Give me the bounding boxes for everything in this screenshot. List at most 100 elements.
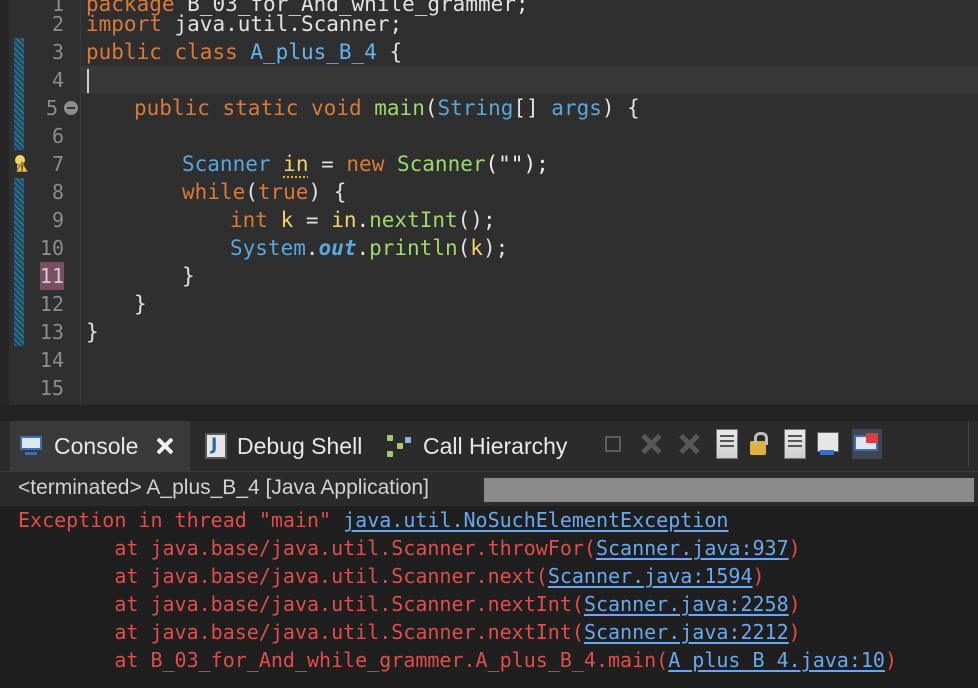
warning-lightbulb-icon[interactable]	[14, 154, 28, 172]
remove-all-terminated-icon[interactable]	[674, 429, 704, 459]
line-number: 14	[39, 348, 64, 372]
code-line-8: while(true) {	[182, 178, 978, 206]
method-name: main	[374, 96, 425, 120]
change-marker	[14, 206, 24, 234]
brace: }	[86, 320, 99, 344]
brace: }	[182, 264, 195, 288]
launch-status: <terminated> A_plus_B_4 [Java Applicatio…	[18, 476, 429, 499]
line-number: 4	[51, 68, 64, 92]
line-number: 12	[39, 292, 64, 316]
line-number: 13	[39, 320, 64, 344]
static-field: out	[318, 236, 357, 260]
gutter-line-12: 12	[9, 290, 80, 318]
constructor-name: Scanner	[397, 152, 486, 176]
keyword: while	[182, 180, 246, 204]
paren: (	[424, 96, 438, 120]
paren: (	[245, 180, 258, 204]
change-marker	[14, 234, 24, 262]
editor-left-edge	[0, 0, 9, 405]
terminate-icon[interactable]	[598, 429, 628, 459]
warned-variable[interactable]: in	[283, 152, 308, 176]
brace: }	[134, 292, 147, 316]
debug-shell-icon	[205, 433, 227, 459]
panel-splitter[interactable]	[0, 405, 978, 421]
stack-trace-line: at java.base/java.util.Scanner.nextInt(S…	[18, 590, 801, 618]
line-number: 15	[39, 376, 64, 400]
clear-console-icon[interactable]	[716, 429, 738, 459]
gutter-line-4: 4	[9, 66, 80, 94]
change-marker	[14, 122, 24, 150]
class-name: System	[230, 236, 306, 260]
code-line-4-current	[81, 66, 978, 94]
trace-suffix: )	[752, 564, 765, 588]
tab-debug-shell[interactable]: Debug Shell	[205, 421, 362, 471]
word-wrap-icon[interactable]	[784, 429, 806, 459]
signature-end: ) {	[601, 96, 640, 120]
change-marker	[14, 318, 24, 346]
line-number: 3	[51, 40, 64, 64]
display-selected-console-icon[interactable]	[852, 429, 882, 459]
close-icon[interactable]	[154, 435, 176, 457]
call-hierarchy-icon	[387, 433, 413, 459]
type-name: Scanner	[182, 152, 271, 176]
remove-launch-icon[interactable]	[636, 429, 666, 459]
code-line-10: System.out.println(k);	[230, 234, 978, 262]
trace-link[interactable]: A_plus_B_4.java:10	[668, 648, 885, 672]
method-name: nextInt	[369, 208, 458, 232]
gutter-line-8: 8	[9, 178, 80, 206]
operator: =	[308, 152, 347, 176]
pin-console-icon[interactable]	[814, 429, 844, 459]
trace-link[interactable]: Scanner.java:1594	[548, 564, 753, 588]
scroll-lock-icon[interactable]	[746, 429, 772, 459]
operator: =	[293, 208, 332, 232]
gutter-line-6: 6	[9, 122, 80, 150]
keyword: new	[346, 152, 385, 176]
code-line-2: import java.util.Scanner;	[86, 10, 978, 38]
tab-console[interactable]: Console	[10, 421, 190, 471]
variable: k	[280, 208, 294, 232]
type-name: String	[437, 96, 514, 120]
console-toolbar	[598, 422, 890, 466]
code-line-3: public class A_plus_B_4 {	[86, 38, 978, 66]
class-name: A_plus_B_4	[250, 40, 377, 64]
gutter-line-15: 15	[9, 374, 80, 402]
code-line-11: }	[182, 262, 978, 290]
trace-prefix: at java.base/java.util.Scanner.nextInt(	[18, 592, 584, 616]
text-cursor	[87, 69, 89, 93]
change-marker	[14, 290, 24, 318]
trace-suffix: )	[788, 592, 801, 616]
import-name: java.util.Scanner;	[174, 12, 403, 36]
tab-call-hierarchy[interactable]: Call Hierarchy	[387, 421, 567, 471]
toolbar-overflow	[968, 422, 978, 466]
dot: .	[356, 236, 370, 260]
trace-suffix: )	[884, 648, 898, 672]
variable: k	[470, 236, 483, 260]
tab-console-label: Console	[54, 432, 139, 459]
gutter-line-13: 13	[9, 318, 80, 346]
stack-trace-line: at java.base/java.util.Scanner.next(Scan…	[18, 562, 765, 590]
trace-prefix: at B_03_for_And_while_grammer.A_plus_B_4…	[18, 648, 669, 672]
exception-link[interactable]: java.util.NoSuchElementException	[343, 508, 728, 532]
console-output[interactable]: <terminated> A_plus_B_4 [Java Applicatio…	[0, 472, 978, 688]
dot: .	[356, 208, 370, 232]
code-line-5: public static void main(String[] args) {	[134, 94, 978, 122]
code-area[interactable]: package B_03_for_And_while_grammer; impo…	[81, 0, 978, 405]
line-number: 6	[51, 124, 64, 148]
keyword: public	[134, 96, 210, 120]
trace-link[interactable]: Scanner.java:937	[596, 536, 789, 560]
keyword: import	[86, 12, 162, 36]
keyword: void	[311, 96, 362, 120]
code-line-13: }	[86, 318, 978, 346]
trace-suffix: )	[788, 536, 801, 560]
gutter-line-7: 7	[9, 150, 80, 178]
line-number: 9	[51, 208, 64, 232]
tab-call-hierarchy-label: Call Hierarchy	[423, 432, 568, 459]
change-marker	[14, 178, 24, 206]
trace-link[interactable]: Scanner.java:2212	[584, 620, 789, 644]
dot: .	[305, 236, 319, 260]
fold-collapse-icon[interactable]	[64, 101, 78, 115]
code-line-12: }	[134, 290, 978, 318]
line-number: 7	[51, 152, 64, 176]
code-editor[interactable]: 1 2 3 4 5 6 7 8 9 10 11 12 13 14 15 pack…	[0, 0, 978, 405]
trace-link[interactable]: Scanner.java:2258	[584, 592, 789, 616]
